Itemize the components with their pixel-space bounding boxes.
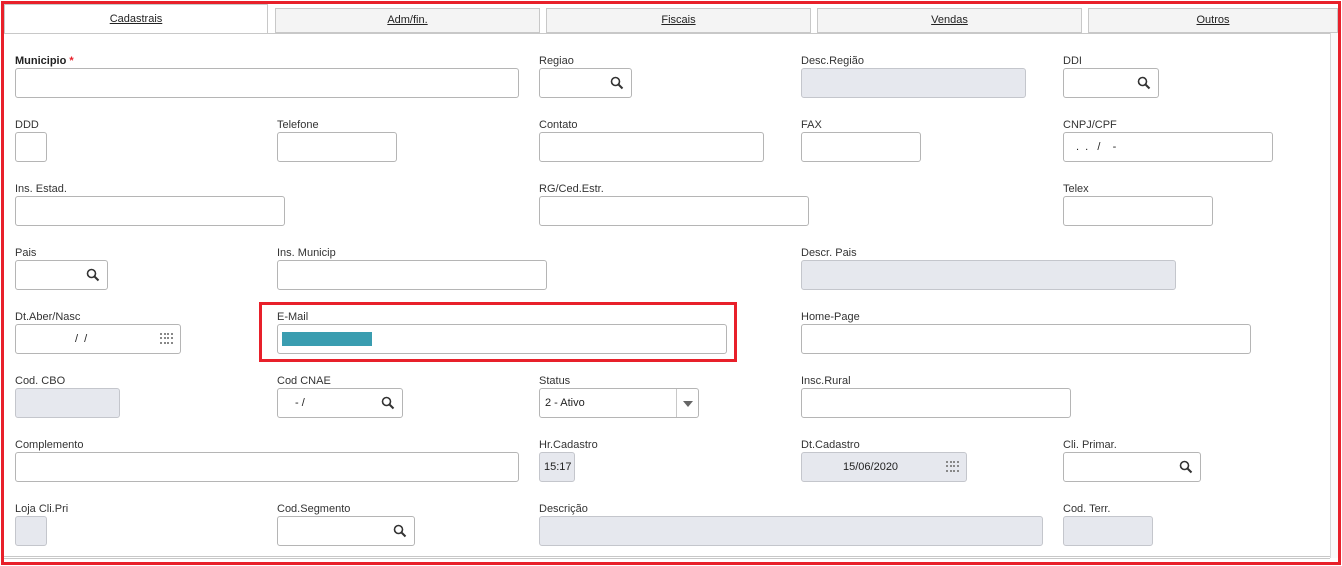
descr-pais-field bbox=[801, 260, 1176, 290]
ins-municip-label: Ins. Municip bbox=[277, 247, 336, 259]
email-label: E-Mail bbox=[277, 311, 309, 323]
rg-field[interactable] bbox=[539, 196, 809, 226]
cod-cbo-label: Cod. CBO bbox=[15, 375, 66, 387]
cod-segmento-label: Cod.Segmento bbox=[277, 503, 351, 515]
hr-cadastro-field: 15:17 bbox=[539, 452, 575, 482]
telefone-field[interactable] bbox=[277, 132, 397, 162]
cnpj-field[interactable]: . . / - bbox=[1063, 132, 1273, 162]
loja-cli-pri-field bbox=[15, 516, 47, 546]
cli-primar-label: Cli. Primar. bbox=[1063, 439, 1117, 451]
email-selected-text bbox=[282, 332, 372, 346]
municipio-field[interactable] bbox=[15, 68, 519, 98]
rg-label: RG/Ced.Estr. bbox=[539, 183, 604, 195]
dt-cadastro-field: 15/06/2020 bbox=[801, 452, 967, 482]
panel-bottom-border bbox=[4, 556, 1330, 559]
complemento-label: Complemento bbox=[15, 439, 84, 451]
dt-aber-value: / / bbox=[75, 333, 88, 345]
tab-adm-fin[interactable]: Adm/fin. bbox=[275, 8, 540, 33]
ddd-field[interactable] bbox=[15, 132, 47, 162]
vertical-scrollbar[interactable] bbox=[1330, 33, 1338, 558]
pais-label: Pais bbox=[15, 247, 37, 259]
telex-field[interactable] bbox=[1063, 196, 1213, 226]
email-field[interactable] bbox=[277, 324, 727, 354]
cnpj-label: CNPJ/CPF bbox=[1063, 119, 1117, 131]
fax-label: FAX bbox=[801, 119, 822, 131]
dt-cadastro-label: Dt.Cadastro bbox=[801, 439, 860, 451]
fax-field[interactable] bbox=[801, 132, 921, 162]
loja-cli-pri-label: Loja Cli.Pri bbox=[15, 503, 69, 515]
search-icon[interactable] bbox=[86, 268, 100, 282]
calendar-icon[interactable] bbox=[946, 461, 960, 473]
calendar-icon[interactable] bbox=[160, 333, 174, 345]
ins-estad-field[interactable] bbox=[15, 196, 285, 226]
cod-cbo-field bbox=[15, 388, 120, 418]
regiao-label: Regiao bbox=[539, 55, 574, 67]
descricao-label: Descrição bbox=[539, 503, 588, 515]
status-value: 2 - Ativo bbox=[545, 397, 585, 409]
required-marker: * bbox=[69, 55, 74, 67]
insc-rural-label: Insc.Rural bbox=[801, 375, 851, 387]
tab-fiscais[interactable]: Fiscais bbox=[546, 8, 811, 33]
insc-rural-field[interactable] bbox=[801, 388, 1071, 418]
status-label: Status bbox=[539, 375, 571, 387]
tab-vendas[interactable]: Vendas bbox=[817, 8, 1082, 33]
descricao-field bbox=[539, 516, 1043, 546]
telex-label: Telex bbox=[1063, 183, 1089, 195]
dt-aber-field[interactable]: / / bbox=[15, 324, 181, 354]
ins-estad-label: Ins. Estad. bbox=[15, 183, 67, 195]
tab-bar: Cadastrais Adm/fin. Fiscais Vendas Outro… bbox=[4, 4, 1338, 34]
cod-terr-label: Cod. Terr. bbox=[1063, 503, 1111, 515]
ddi-field[interactable] bbox=[1063, 68, 1159, 98]
hr-cadastro-value: 15:17 bbox=[544, 461, 572, 473]
chevron-down-icon[interactable] bbox=[676, 389, 698, 417]
complemento-field[interactable] bbox=[15, 452, 519, 482]
dt-aber-label: Dt.Aber/Nasc bbox=[15, 311, 81, 323]
search-icon[interactable] bbox=[1179, 460, 1193, 474]
search-icon[interactable] bbox=[610, 76, 624, 90]
desc-regiao-field bbox=[801, 68, 1026, 98]
municipio-label: Municipio * bbox=[15, 55, 74, 67]
status-select[interactable]: 2 - Ativo bbox=[539, 388, 699, 418]
telefone-label: Telefone bbox=[277, 119, 319, 131]
home-page-field[interactable] bbox=[801, 324, 1251, 354]
contato-field[interactable] bbox=[539, 132, 764, 162]
cod-terr-field bbox=[1063, 516, 1153, 546]
contato-label: Contato bbox=[539, 119, 578, 131]
ddd-label: DDD bbox=[15, 119, 39, 131]
pais-field[interactable] bbox=[15, 260, 108, 290]
search-icon[interactable] bbox=[381, 396, 395, 410]
ins-municip-field[interactable] bbox=[277, 260, 547, 290]
home-page-label: Home-Page bbox=[801, 311, 860, 323]
desc-regiao-label: Desc.Região bbox=[801, 55, 864, 67]
cod-cnae-label: Cod CNAE bbox=[277, 375, 331, 387]
cod-cnae-field[interactable]: - / bbox=[277, 388, 403, 418]
search-icon[interactable] bbox=[1137, 76, 1151, 90]
tab-outros[interactable]: Outros bbox=[1088, 8, 1338, 33]
ddi-label: DDI bbox=[1063, 55, 1082, 67]
cod-segmento-field[interactable] bbox=[277, 516, 415, 546]
descr-pais-label: Descr. Pais bbox=[801, 247, 857, 259]
cli-primar-field[interactable] bbox=[1063, 452, 1201, 482]
search-icon[interactable] bbox=[393, 524, 407, 538]
cnpj-value: . . / - bbox=[1076, 141, 1117, 153]
regiao-field[interactable] bbox=[539, 68, 632, 98]
tab-cadastrais[interactable]: Cadastrais bbox=[4, 4, 268, 34]
hr-cadastro-label: Hr.Cadastro bbox=[539, 439, 598, 451]
dt-cadastro-value: 15/06/2020 bbox=[843, 461, 899, 473]
cod-cnae-value: - / bbox=[295, 397, 305, 409]
